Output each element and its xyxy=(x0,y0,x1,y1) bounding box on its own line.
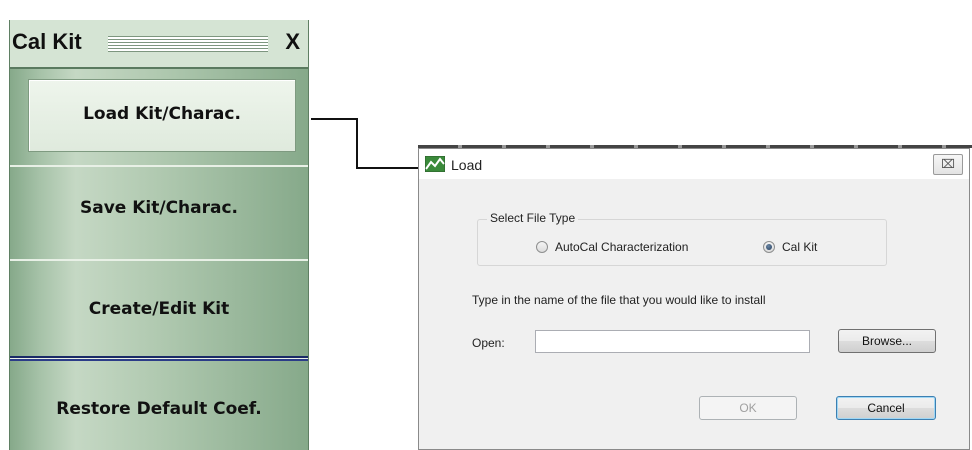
cancel-button[interactable]: Cancel xyxy=(836,396,936,420)
restore-default-coef-label: Restore Default Coef. xyxy=(56,399,262,419)
create-edit-kit-label: Create/Edit Kit xyxy=(88,299,230,319)
load-kit-label: Load Kit/Charac. xyxy=(83,104,241,124)
title-bar-stripes xyxy=(108,36,268,52)
dialog-close-button[interactable]: ⌧ xyxy=(933,154,963,175)
calkit-radio[interactable] xyxy=(763,241,775,253)
connector-line xyxy=(356,167,418,169)
connector-line xyxy=(311,118,357,120)
menu-title-bar: Cal Kit X xyxy=(10,20,308,67)
load-dialog: Load ⌧ Select File Type AutoCal Characte… xyxy=(418,148,970,450)
dialog-title: Load xyxy=(451,157,483,173)
create-edit-kit-button[interactable]: Create/Edit Kit xyxy=(10,261,308,356)
menu-title: Cal Kit xyxy=(12,29,88,55)
autocal-radio[interactable] xyxy=(536,241,548,253)
browse-button[interactable]: Browse... xyxy=(838,329,936,353)
app-icon xyxy=(425,156,445,172)
instruction-text: Type in the name of the file that you wo… xyxy=(472,293,766,307)
title-divider xyxy=(10,67,308,69)
load-kit-button[interactable]: Load Kit/Charac. xyxy=(28,79,296,152)
autocal-label[interactable]: AutoCal Characterization xyxy=(555,240,688,254)
file-type-group-label: Select File Type xyxy=(487,211,579,225)
save-kit-button[interactable]: Save Kit/Charac. xyxy=(10,167,308,259)
connector-line xyxy=(356,118,358,169)
restore-default-coef-button[interactable]: Restore Default Coef. xyxy=(10,361,308,450)
ok-button[interactable]: OK xyxy=(699,396,797,420)
cal-kit-menu: Cal Kit X Load Kit/Charac. Save Kit/Char… xyxy=(9,20,309,450)
open-file-input[interactable] xyxy=(535,330,810,353)
save-kit-label: Save Kit/Charac. xyxy=(79,198,239,218)
menu-close-button[interactable]: X xyxy=(279,29,300,55)
open-label: Open: xyxy=(472,336,505,350)
calkit-label[interactable]: Cal Kit xyxy=(782,240,817,254)
dialog-title-bar: Load ⌧ xyxy=(419,149,969,179)
